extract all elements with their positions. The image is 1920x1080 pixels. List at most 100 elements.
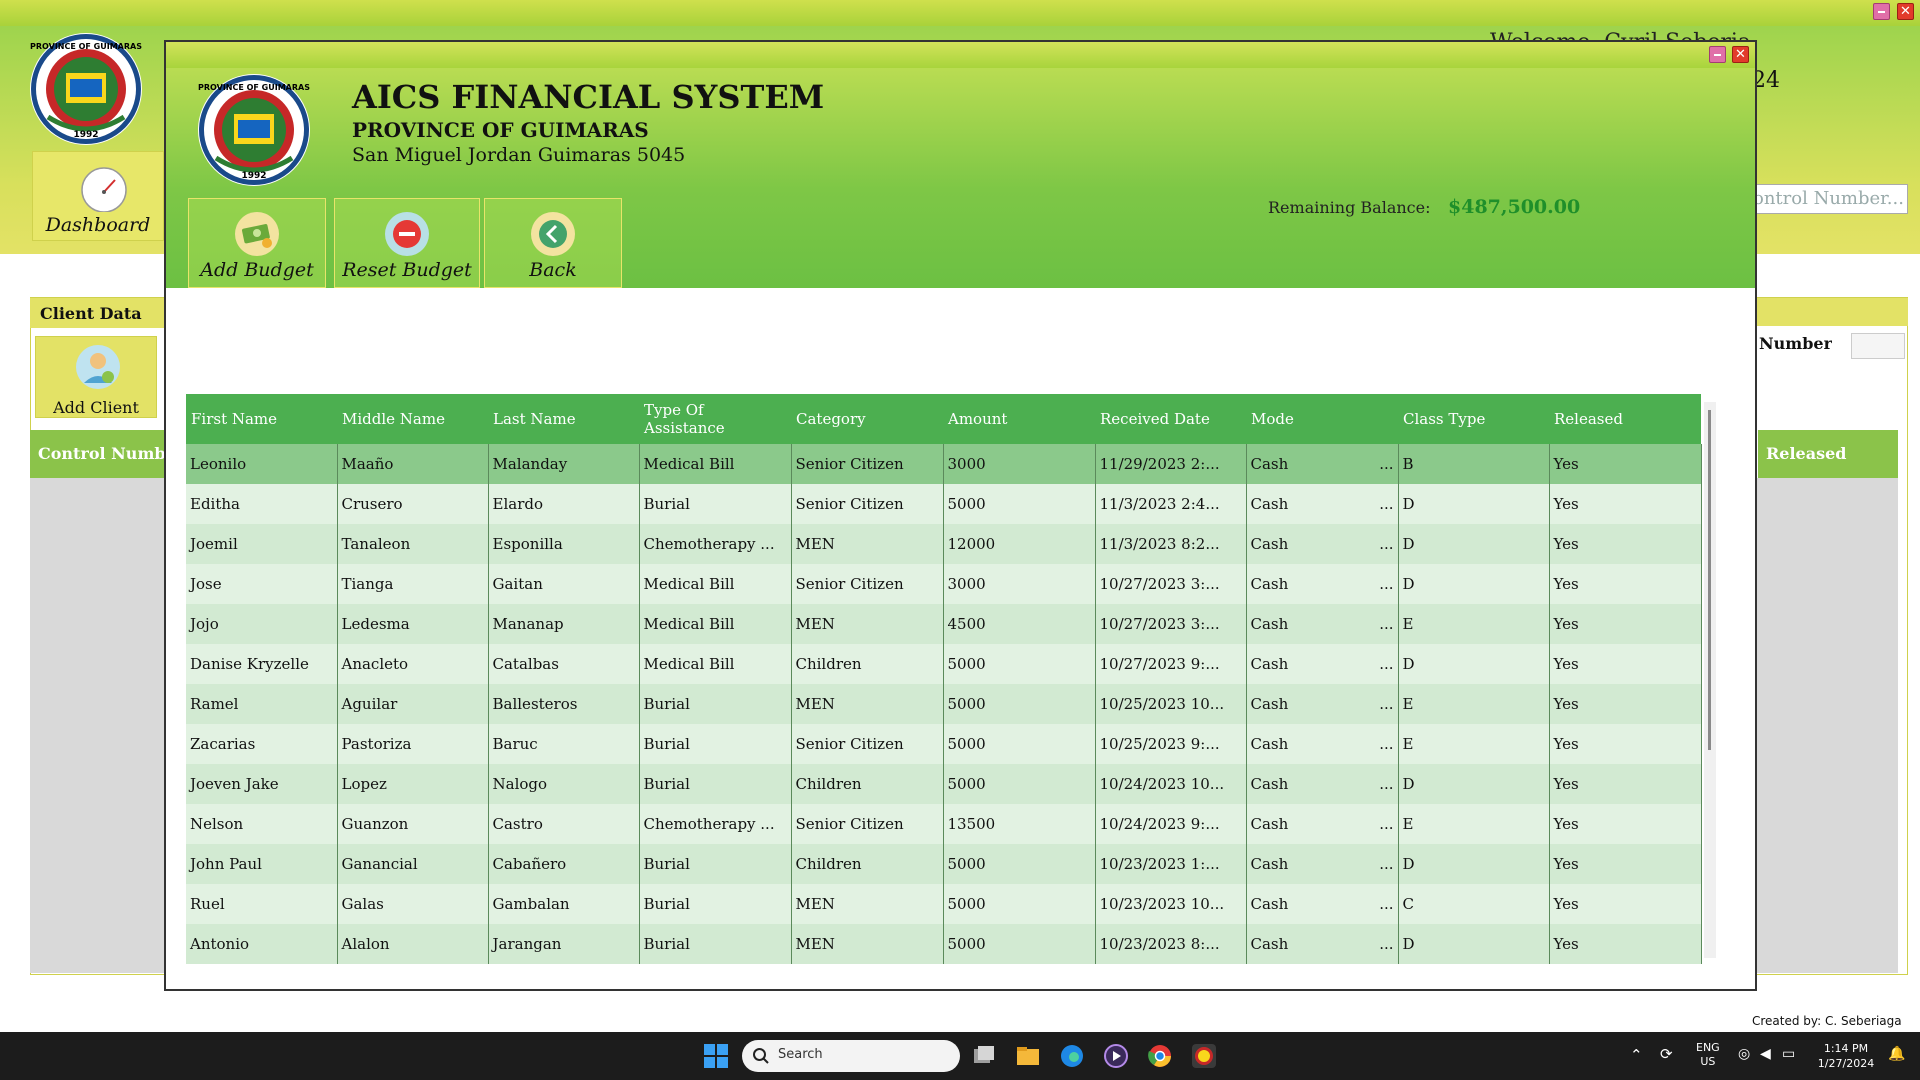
- reset-budget-button[interactable]: Reset Budget: [334, 198, 480, 288]
- table-cell[interactable]: Ramel: [186, 684, 338, 724]
- table-cell[interactable]: 5000: [943, 924, 1096, 964]
- table-cell[interactable]: Ganancial: [337, 844, 489, 884]
- table-cell[interactable]: Guanzon: [337, 804, 489, 844]
- table-cell[interactable]: E: [1398, 724, 1550, 764]
- back-button[interactable]: Back: [484, 198, 622, 288]
- dialog-minimize-button[interactable]: [1709, 46, 1726, 63]
- table-cell[interactable]: Cash: [1246, 884, 1399, 924]
- table-row[interactable]: Antonio Alalon Jarangan Burial MEN 5000 10/23/…: [186, 924, 1702, 964]
- table-cell[interactable]: Burial: [639, 924, 792, 964]
- table-cell[interactable]: Burial: [639, 684, 792, 724]
- language-indicator[interactable]: ENG US: [1696, 1041, 1720, 1069]
- table-row[interactable]: Joemil Tanaleon Esponilla Chemotherapy ... M…: [186, 524, 1702, 564]
- table-cell[interactable]: MEN: [791, 924, 944, 964]
- table-scrollbar[interactable]: [1704, 402, 1716, 958]
- table-row[interactable]: Ramel Aguilar Ballesteros Burial MEN 5000 10/2…: [186, 684, 1702, 724]
- table-cell[interactable]: Yes: [1549, 724, 1702, 764]
- table-cell[interactable]: MEN: [791, 604, 944, 644]
- table-cell[interactable]: Cash: [1246, 444, 1399, 484]
- table-cell[interactable]: Cash: [1246, 644, 1399, 684]
- table-cell[interactable]: 5000: [943, 724, 1096, 764]
- table-cell[interactable]: Cash: [1246, 844, 1399, 884]
- taskbar-search-input[interactable]: Search: [742, 1040, 960, 1072]
- control-number-search-input[interactable]: ontrol Number...: [1748, 184, 1908, 214]
- table-cell[interactable]: 10/23/2023 10...: [1095, 884, 1247, 924]
- table-cell[interactable]: Yes: [1549, 884, 1702, 924]
- table-cell[interactable]: Burial: [639, 484, 792, 524]
- table-cell[interactable]: Gaitan: [488, 564, 640, 604]
- table-row[interactable]: Ruel Galas Gambalan Burial MEN 5000 10/23/2023…: [186, 884, 1702, 924]
- table-cell[interactable]: D: [1398, 764, 1550, 804]
- table-cell[interactable]: E: [1398, 684, 1550, 724]
- table-cell[interactable]: 10/24/2023 10...: [1095, 764, 1247, 804]
- table-cell[interactable]: 3000: [943, 564, 1096, 604]
- table-cell[interactable]: Joemil: [186, 524, 338, 564]
- table-cell[interactable]: Cash: [1246, 724, 1399, 764]
- table-cell[interactable]: Crusero: [337, 484, 489, 524]
- sync-icon[interactable]: ⟳: [1660, 1045, 1673, 1063]
- table-cell[interactable]: Chemotherapy ...: [639, 804, 792, 844]
- table-cell[interactable]: C: [1398, 884, 1550, 924]
- table-cell[interactable]: Yes: [1549, 844, 1702, 884]
- table-cell[interactable]: B: [1398, 444, 1550, 484]
- table-cell[interactable]: D: [1398, 524, 1550, 564]
- table-cell[interactable]: Leonilo: [186, 444, 338, 484]
- table-cell[interactable]: 10/25/2023 9:...: [1095, 724, 1247, 764]
- column-header[interactable]: Last Name: [488, 394, 639, 444]
- table-cell[interactable]: 10/27/2023 9:...: [1095, 644, 1247, 684]
- table-cell[interactable]: 10/27/2023 3:...: [1095, 564, 1247, 604]
- table-cell[interactable]: Lopez: [337, 764, 489, 804]
- table-cell[interactable]: 10/23/2023 1:...: [1095, 844, 1247, 884]
- table-cell[interactable]: Yes: [1549, 484, 1702, 524]
- table-cell[interactable]: 11/3/2023 2:4...: [1095, 484, 1247, 524]
- table-cell[interactable]: Nelson: [186, 804, 338, 844]
- main-minimize-button[interactable]: [1873, 3, 1890, 20]
- table-cell[interactable]: Aguilar: [337, 684, 489, 724]
- table-cell[interactable]: 10/23/2023 8:...: [1095, 924, 1247, 964]
- add-client-button[interactable]: Add Client: [35, 336, 157, 418]
- table-row[interactable]: Danise Kryzelle Anacleto Catalbas Medical B…: [186, 644, 1702, 684]
- table-cell[interactable]: 5000: [943, 484, 1096, 524]
- table-cell[interactable]: Galas: [337, 884, 489, 924]
- table-cell[interactable]: Cash: [1246, 524, 1399, 564]
- table-cell[interactable]: 10/24/2023 9:...: [1095, 804, 1247, 844]
- table-cell[interactable]: 11/3/2023 8:2...: [1095, 524, 1247, 564]
- table-cell[interactable]: Yes: [1549, 764, 1702, 804]
- start-button[interactable]: [704, 1044, 728, 1068]
- table-cell[interactable]: Burial: [639, 764, 792, 804]
- main-close-button[interactable]: ✕: [1897, 3, 1914, 20]
- table-cell[interactable]: Joeven Jake: [186, 764, 338, 804]
- table-cell[interactable]: Ledesma: [337, 604, 489, 644]
- aics-app-icon[interactable]: [1190, 1042, 1218, 1070]
- table-cell[interactable]: MEN: [791, 684, 944, 724]
- table-cell[interactable]: 4500: [943, 604, 1096, 644]
- chrome-icon[interactable]: [1146, 1042, 1174, 1070]
- table-cell[interactable]: MEN: [791, 884, 944, 924]
- table-cell[interactable]: Editha: [186, 484, 338, 524]
- table-cell[interactable]: Anacleto: [337, 644, 489, 684]
- table-row[interactable]: John Paul Ganancial Cabañero Burial Children…: [186, 844, 1702, 884]
- table-cell[interactable]: D: [1398, 644, 1550, 684]
- table-cell[interactable]: D: [1398, 484, 1550, 524]
- table-cell[interactable]: Gambalan: [488, 884, 640, 924]
- column-header[interactable]: Received Date: [1095, 394, 1246, 444]
- chevron-up-icon[interactable]: ⌃: [1630, 1046, 1643, 1064]
- table-cell[interactable]: Baruc: [488, 724, 640, 764]
- file-explorer-icon[interactable]: [1014, 1042, 1042, 1070]
- table-cell[interactable]: D: [1398, 844, 1550, 884]
- table-cell[interactable]: Tianga: [337, 564, 489, 604]
- column-header[interactable]: Type Of Assistance: [639, 394, 791, 444]
- column-header[interactable]: Category: [791, 394, 943, 444]
- table-cell[interactable]: D: [1398, 924, 1550, 964]
- table-cell[interactable]: Yes: [1549, 564, 1702, 604]
- table-cell[interactable]: Cash: [1246, 924, 1399, 964]
- table-cell[interactable]: Elardo: [488, 484, 640, 524]
- table-row[interactable]: Joeven Jake Lopez Nalogo Burial Children 5000…: [186, 764, 1702, 804]
- network-icon[interactable]: ◎: [1738, 1046, 1750, 1062]
- control-number-input[interactable]: [1851, 333, 1905, 359]
- table-cell[interactable]: Tanaleon: [337, 524, 489, 564]
- table-cell[interactable]: Burial: [639, 844, 792, 884]
- table-cell[interactable]: Cabañero: [488, 844, 640, 884]
- dialog-close-button[interactable]: ✕: [1732, 46, 1749, 63]
- table-cell[interactable]: Children: [791, 764, 944, 804]
